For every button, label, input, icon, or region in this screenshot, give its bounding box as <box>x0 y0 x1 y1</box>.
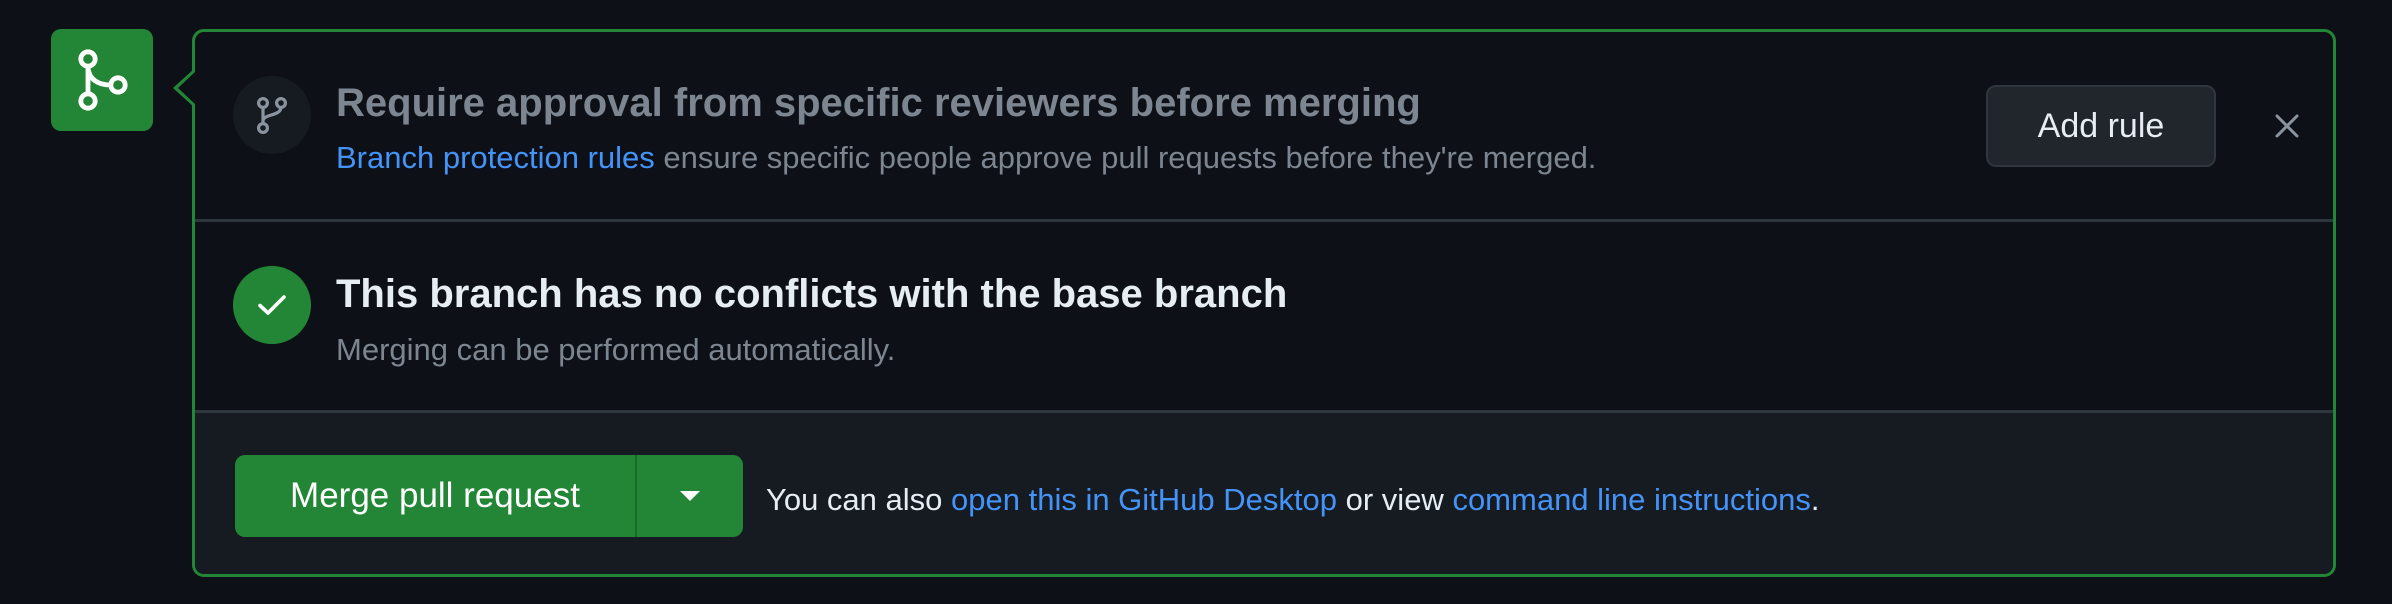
alternative-merge-options: You can also open this in GitHub Desktop… <box>766 482 1819 518</box>
check-icon <box>258 295 286 315</box>
merge-status-tile <box>51 29 153 131</box>
branch-protection-rules-link[interactable]: Branch protection rules <box>336 140 655 175</box>
success-badge <box>233 266 311 344</box>
merge-card: Require approval from specific reviewers… <box>173 29 2336 577</box>
merge-actions: Merge pull request You can also open thi… <box>195 413 2333 574</box>
merge-box: Require approval from specific reviewers… <box>0 0 2392 604</box>
card-pointer-fill <box>178 71 196 105</box>
conflict-status: This branch has no conflicts with the ba… <box>195 222 2333 413</box>
dismiss-button[interactable] <box>2263 102 2311 150</box>
command-line-instructions-link[interactable]: command line instructions <box>1452 482 1810 517</box>
merge-method-dropdown[interactable] <box>637 455 743 537</box>
branch-icon-badge <box>233 76 311 154</box>
conflict-status-description: Merging can be performed automatically. <box>336 332 896 367</box>
conflict-status-title: This branch has no conflicts with the ba… <box>336 272 1288 316</box>
git-merge-icon <box>78 49 128 111</box>
triangle-down-icon <box>680 491 700 501</box>
protection-description: Branch protection rules ensure specific … <box>336 140 1596 176</box>
merge-pull-request-button[interactable]: Merge pull request <box>235 455 637 537</box>
open-github-desktop-link[interactable]: open this in GitHub Desktop <box>951 482 1337 517</box>
add-rule-button[interactable]: Add rule <box>1986 85 2216 167</box>
git-branch-icon <box>256 96 288 135</box>
alt-middle-text: or view <box>1337 482 1453 517</box>
merge-button-group: Merge pull request <box>235 455 743 537</box>
protection-title: Require approval from specific reviewers… <box>336 81 1421 125</box>
alt-suffix-text: . <box>1810 482 1820 517</box>
close-icon <box>2275 114 2299 138</box>
protection-description-text: ensure specific people approve pull requ… <box>654 140 1597 175</box>
alt-prefix-text: You can also <box>766 482 952 517</box>
branch-protection-notice: Require approval from specific reviewers… <box>195 32 2333 222</box>
